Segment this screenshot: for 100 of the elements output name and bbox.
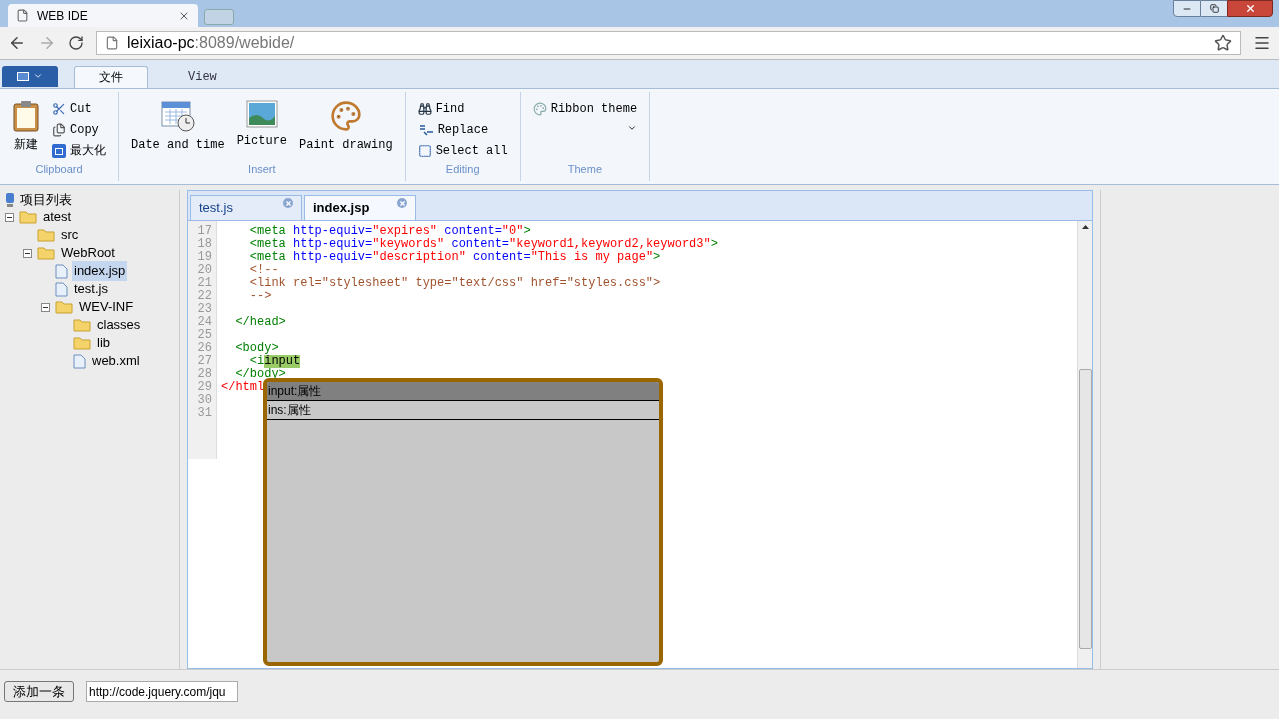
menu-icon[interactable] — [1253, 34, 1271, 52]
restore-icon — [1209, 4, 1219, 13]
tree-item[interactable]: lib — [95, 333, 112, 353]
close-button[interactable] — [1227, 0, 1273, 17]
folder-icon — [19, 210, 37, 224]
tree-item[interactable]: test.js — [72, 279, 110, 299]
reload-icon[interactable] — [68, 35, 84, 51]
tree-item[interactable]: src — [59, 225, 81, 245]
app-menu-button[interactable] — [2, 65, 58, 87]
tab-title: WEB IDE — [37, 7, 89, 25]
url-text: leixiao-pc:8089/webide/ — [127, 33, 296, 53]
folder-icon — [37, 246, 55, 260]
code-text: "expires" — [372, 225, 439, 238]
line-number: 23 — [196, 303, 213, 316]
collapse-toggle[interactable] — [5, 212, 14, 222]
code-text: > — [653, 251, 661, 264]
code-text: "keyword1,keyword2,keyword3" — [509, 238, 711, 251]
ribbon-button[interactable]: Paint drawing — [299, 95, 393, 154]
ribbon-button[interactable]: Copy — [52, 120, 106, 140]
ribbon-tab[interactable]: 文件 — [74, 65, 148, 88]
folder-icon — [55, 300, 73, 314]
line-number: 18 — [196, 238, 213, 251]
tree-item[interactable]: web.xml — [90, 351, 142, 371]
ribbon-button[interactable]: Ribbon theme — [532, 99, 638, 119]
window-icon — [52, 144, 66, 158]
line-number: 25 — [196, 329, 213, 342]
code-text: "keywords" — [372, 238, 446, 251]
completion-item[interactable]: input:属性 — [267, 382, 659, 401]
scroll-up-arrow-icon[interactable] — [1081, 225, 1089, 229]
folder-icon — [37, 228, 55, 242]
browser-tab[interactable]: WEB IDE — [8, 4, 198, 27]
file-icon — [73, 353, 86, 369]
scissors-icon — [52, 102, 66, 116]
minimize-button[interactable] — [1173, 0, 1201, 17]
folder-icon — [73, 318, 91, 332]
code-text: <!-- — [248, 264, 279, 277]
collapse-toggle[interactable] — [41, 302, 50, 312]
tree-item[interactable]: WebRoot — [59, 243, 117, 263]
line-number: 31 — [196, 407, 213, 420]
ribbon-button[interactable]: Cut — [52, 99, 106, 119]
code-text: http-equiv= — [293, 225, 373, 238]
line-number: 20 — [196, 264, 213, 277]
group-label: Insert — [248, 161, 276, 177]
add-button[interactable]: 添加一条 — [4, 681, 74, 702]
tree-item[interactable]: WEV-INF — [77, 297, 136, 317]
code-text: <link rel="stylesheet" type="text/css" href="styles.css"> — [248, 277, 661, 290]
calendar-clock-icon — [160, 99, 195, 132]
replace-icon — [417, 123, 434, 137]
code-text: <meta — [248, 251, 287, 264]
completion-item[interactable]: ins:属性 — [267, 401, 659, 420]
ribbon-button[interactable]: 最大化 — [52, 141, 106, 161]
ribbon-button[interactable]: Find — [417, 99, 508, 119]
code-text: > — [710, 238, 718, 251]
ribbon-button[interactable]: Replace — [417, 120, 508, 140]
group-label: Theme — [567, 161, 602, 177]
editor-tab[interactable]: index.jsp — [304, 195, 416, 220]
code-text: <meta — [248, 225, 287, 238]
palette-icon — [329, 99, 362, 132]
copy-icon — [52, 123, 66, 137]
page-icon — [16, 9, 29, 22]
close-icon — [1244, 3, 1256, 14]
editor-tab[interactable]: test.js — [190, 195, 302, 220]
code-text: content= — [473, 251, 531, 264]
code-text: </head> — [234, 316, 286, 329]
code-text: http-equiv= — [293, 251, 373, 264]
palette-icon — [532, 102, 547, 116]
tree-item[interactable]: classes — [95, 315, 143, 335]
tree-item[interactable]: atest — [41, 207, 74, 227]
ribbon-button[interactable]: Picture — [236, 95, 288, 150]
code-text: <body> — [234, 342, 279, 355]
ribbon-button[interactable]: Date and time — [131, 95, 225, 154]
line-number: 24 — [196, 316, 213, 329]
clipboard-icon — [12, 99, 40, 132]
landscape-image-icon — [245, 99, 278, 128]
file-icon — [55, 281, 68, 297]
code-text: --> — [248, 290, 272, 303]
address-bar[interactable]: leixiao-pc:8089/webide/ — [96, 31, 1241, 55]
ribbon-button[interactable]: Select all — [417, 141, 508, 161]
code-text: "0" — [501, 225, 524, 238]
line-number: 26 — [196, 342, 213, 355]
code-text: "This is my page" — [530, 251, 654, 264]
scrollbar-thumb[interactable] — [1078, 369, 1092, 649]
ribbon-button[interactable]: 新建 — [12, 95, 40, 154]
tree-title: 项目列表 — [20, 191, 72, 210]
group-label: Editing — [445, 161, 480, 177]
code-text: > — [523, 225, 531, 238]
bookmark-star-icon[interactable] — [1214, 34, 1232, 52]
tree-item[interactable]: index.jsp — [72, 261, 128, 281]
computer-icon — [4, 192, 16, 208]
line-number: 19 — [196, 251, 213, 264]
back-icon[interactable] — [8, 34, 26, 52]
line-number: 27 — [196, 355, 213, 368]
collapse-toggle[interactable] — [23, 248, 32, 258]
code-text: content= — [451, 238, 510, 251]
group-label: Clipboard — [35, 161, 83, 177]
folder-icon — [73, 336, 91, 350]
restore-button[interactable] — [1201, 0, 1227, 17]
url-input[interactable]: http://code.jquery.com/jqu — [86, 681, 238, 702]
ribbon-tab[interactable]: View — [164, 65, 241, 88]
code-text: "description" — [372, 251, 467, 264]
